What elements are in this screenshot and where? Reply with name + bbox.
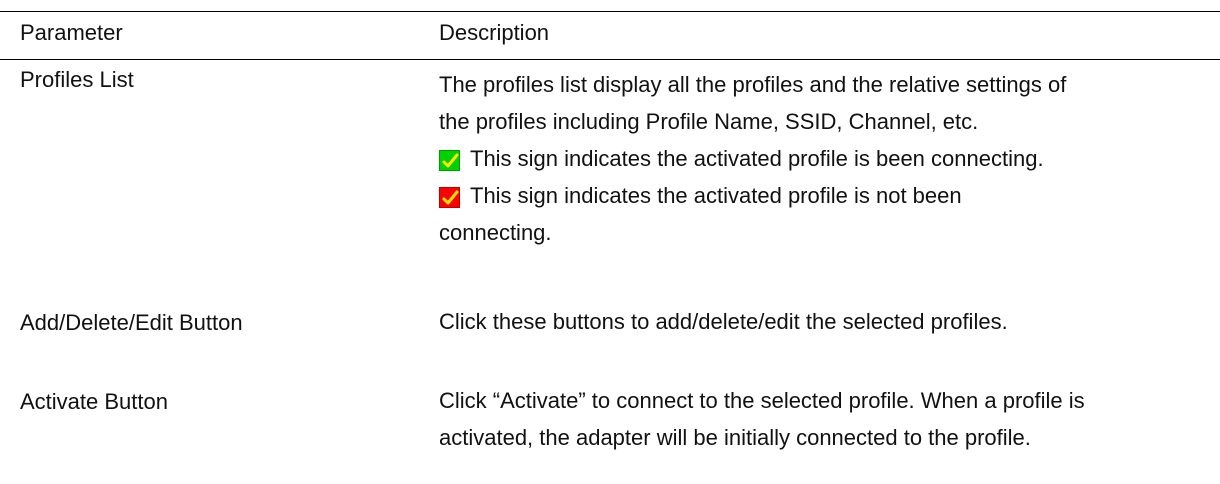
param-add-delete-edit-button: Add/Delete/Edit Button bbox=[20, 310, 243, 335]
header-description: Description bbox=[439, 20, 550, 45]
profiles-list-desc-line-5: connecting. bbox=[439, 220, 552, 245]
activate-desc-line-1: Click “Activate” to connect to the selec… bbox=[439, 388, 1085, 413]
profiles-list-desc-line-3: This sign indicates the activated profil… bbox=[439, 141, 1044, 181]
param-activate-button: Activate Button bbox=[20, 389, 168, 414]
green-check-icon bbox=[439, 149, 460, 171]
param-profiles-list: Profiles List bbox=[20, 67, 134, 92]
table-top-rule bbox=[0, 11, 1220, 12]
profiles-list-desc-line-1: The profiles list display all the profil… bbox=[439, 72, 1067, 97]
profiles-list-desc-line-2: the profiles including Profile Name, SSI… bbox=[439, 109, 979, 134]
header-parameter: Parameter bbox=[20, 20, 123, 45]
header-divider bbox=[0, 59, 1220, 60]
add-delete-edit-desc: Click these buttons to add/delete/edit t… bbox=[439, 309, 1008, 334]
profiles-list-desc-line-4-text: This sign indicates the activated profil… bbox=[470, 183, 962, 208]
profiles-list-desc-line-3-text: This sign indicates the activated profil… bbox=[470, 146, 1044, 171]
profiles-list-desc-line-4: This sign indicates the activated profil… bbox=[439, 178, 962, 218]
red-check-icon bbox=[439, 186, 460, 208]
activate-desc-line-2: activated, the adapter will be initially… bbox=[439, 425, 1031, 450]
